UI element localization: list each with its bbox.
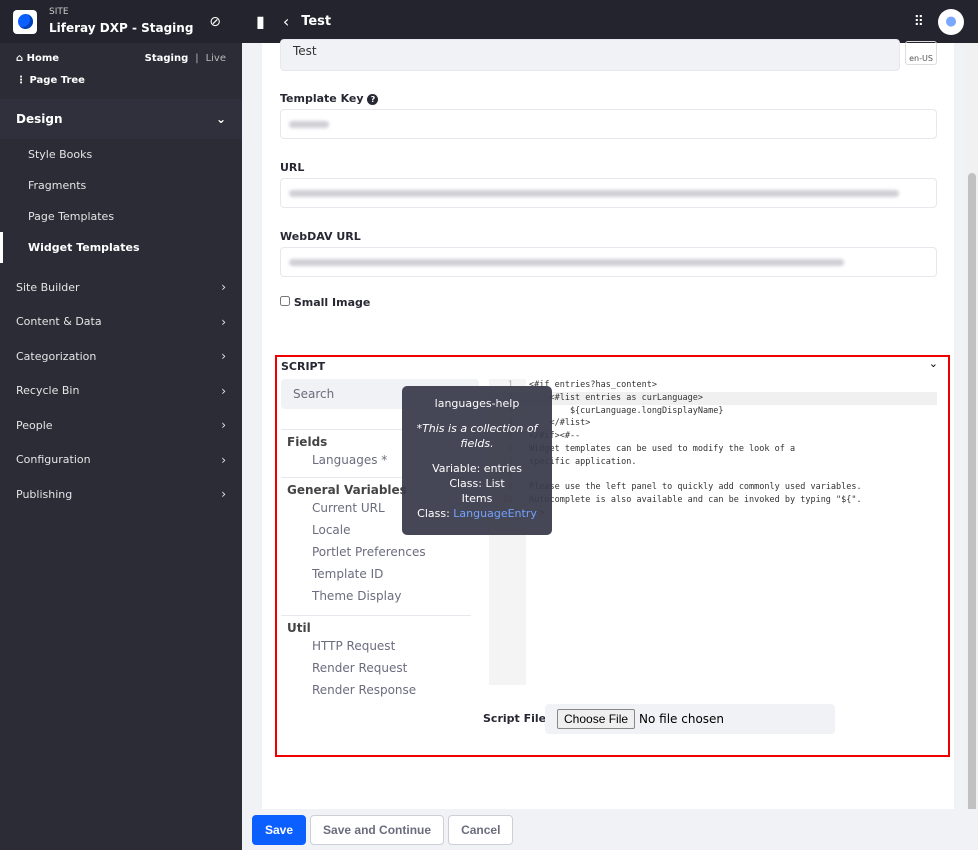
page-title: Test [301, 14, 332, 29]
sidebar-item-page-templates[interactable]: Page Templates [0, 201, 242, 232]
compass-icon[interactable]: ⊘ [209, 14, 221, 30]
page-tree-icon: ⋮ [16, 74, 30, 86]
small-image-label: Small Image [293, 296, 371, 309]
sidebar-item-configuration[interactable]: Configuration › [0, 443, 242, 478]
url-field[interactable] [280, 178, 937, 208]
code-line[interactable]: 11--> [489, 507, 937, 520]
save-and-continue-button[interactable]: Save and Continue [310, 814, 445, 845]
code-line[interactable]: 10Autocomplete is also available and can… [489, 494, 937, 507]
code-text: Please use the left panel to quickly add… [529, 482, 862, 493]
url-label: URL [280, 161, 305, 174]
chevron-right-icon: › [221, 280, 226, 295]
live-link[interactable]: Live [206, 53, 226, 64]
script-section: SCRIPT ⌄ Search Fields Languages * Gener… [275, 355, 950, 757]
code-line[interactable]: 5</#if><#-- [489, 430, 937, 443]
chevron-right-icon: › [221, 349, 226, 364]
sidebar-item-categorization[interactable]: Categorization › [0, 339, 242, 374]
sidebar-item-widget-templates[interactable]: Widget Templates [0, 232, 242, 263]
template-key-field[interactable] [280, 109, 937, 139]
code-line[interactable]: 8 [489, 469, 937, 482]
sidebar-item-publishing[interactable]: Publishing › [0, 477, 242, 512]
variable-item[interactable]: Render Request [281, 657, 483, 679]
separator: | [195, 52, 199, 64]
code-editor[interactable]: 1<#if entries?has_content>2 <#list entri… [489, 379, 937, 685]
tooltip-items-class[interactable]: LanguageEntry [453, 507, 537, 520]
sidebar-group-design[interactable]: Design ⌄ [0, 99, 242, 139]
sidebar-toggle-icon[interactable]: ▮ [256, 12, 265, 31]
name-field[interactable]: Test [280, 39, 900, 71]
script-title: SCRIPT [281, 360, 326, 373]
sidebar-item-site-builder[interactable]: Site Builder › [0, 270, 242, 305]
back-icon[interactable]: ‹ [283, 12, 289, 31]
script-file-label: Script File [483, 712, 547, 725]
chevron-right-icon: › [221, 487, 226, 502]
home-link[interactable]: Home [27, 53, 59, 64]
group-title: Util [287, 621, 311, 635]
site-logo [13, 9, 37, 34]
group-label: Design [16, 112, 63, 126]
apps-grid-icon[interactable]: ⠿ [914, 14, 924, 30]
sidebar-item-recycle-bin[interactable]: Recycle Bin › [0, 374, 242, 409]
webdav-url-label: WebDAV URL [280, 230, 361, 243]
sidebar-item-fragments[interactable]: Fragments [0, 170, 242, 201]
webdav-url-field[interactable] [280, 247, 937, 277]
chevron-right-icon: › [221, 383, 226, 398]
chevron-right-icon: › [221, 452, 226, 467]
footer-actions: Save Save and Continue Cancel [242, 809, 978, 850]
site-label: SITE [49, 7, 69, 17]
variable-item[interactable]: Render Response [281, 679, 483, 701]
code-line[interactable]: 1 <#if entries?has_content> [489, 379, 937, 392]
code-text: Autocomplete is also available and can b… [529, 495, 862, 506]
page-tree-link[interactable]: Page Tree [29, 75, 84, 86]
template-key-label: Template Key [280, 92, 364, 105]
code-line[interactable]: 3 ${curLanguage.longDisplayName} [489, 405, 937, 418]
chevron-right-icon: › [221, 314, 226, 329]
code-line[interactable]: 6Widget templates can be used to modify … [489, 443, 937, 456]
languages-help-tooltip: languages-help *This is a collection of … [402, 386, 552, 535]
main-content: Test en-US Template Key ? URL WebDAV URL… [262, 39, 954, 809]
help-icon[interactable]: ? [367, 94, 379, 105]
site-header: SITE Liferay DXP - Staging ⊘ [0, 0, 242, 43]
tooltip-class: Class: List [449, 477, 505, 490]
variable-item[interactable]: HTTP Request [281, 635, 483, 657]
chevron-right-icon: › [221, 418, 226, 433]
variable-item[interactable]: Template ID [281, 563, 483, 585]
tooltip-title: languages-help [434, 397, 520, 410]
chevron-down-icon: ⌄ [215, 112, 226, 126]
top-bar: ▮ ‹ Test ⠿ ● [242, 0, 978, 43]
sidebar-item-content-data[interactable]: Content & Data › [0, 305, 242, 340]
tooltip-items-class-label: Class: [417, 507, 450, 520]
code-line[interactable]: 9Please use the left panel to quickly ad… [489, 481, 937, 494]
code-line[interactable]: 7specific application. [489, 456, 937, 469]
choose-file-button[interactable]: Choose File [557, 709, 636, 729]
locale-button[interactable]: en-US [905, 41, 937, 65]
code-line[interactable]: 2 <#list entries as curLanguage> [489, 391, 937, 405]
no-file-text: No file chosen [639, 712, 725, 726]
staging-link[interactable]: Staging [145, 53, 189, 64]
variable-item[interactable]: Portlet Preferences [281, 541, 483, 563]
site-name[interactable]: Liferay DXP - Staging [49, 21, 193, 35]
sidebar-item-style-books[interactable]: Style Books [0, 139, 242, 170]
cancel-button[interactable]: Cancel [448, 814, 514, 845]
script-file-input[interactable]: Choose File No file chosen [545, 704, 835, 734]
page-scrollbar[interactable] [966, 43, 978, 813]
home-icon: ⌂ [16, 52, 27, 64]
tooltip-desc: *This is a collection of fields. [416, 422, 538, 450]
avatar[interactable]: ● [938, 8, 964, 35]
tooltip-variable: Variable: entries [432, 462, 522, 475]
tooltip-items: Items [461, 492, 493, 505]
sidebar: SITE Liferay DXP - Staging ⊘ ⌂ Home Stagi… [0, 0, 242, 850]
save-button[interactable]: Save [252, 814, 307, 845]
chevron-down-icon[interactable]: ⌄ [929, 357, 938, 370]
code-text: Widget templates can be used to modify t… [529, 443, 796, 454]
code-line[interactable]: 4 </#list> [489, 417, 937, 430]
variable-item[interactable]: Theme Display [281, 585, 483, 607]
small-image-checkbox[interactable] [280, 296, 290, 306]
sidebar-item-people[interactable]: People › [0, 408, 242, 443]
